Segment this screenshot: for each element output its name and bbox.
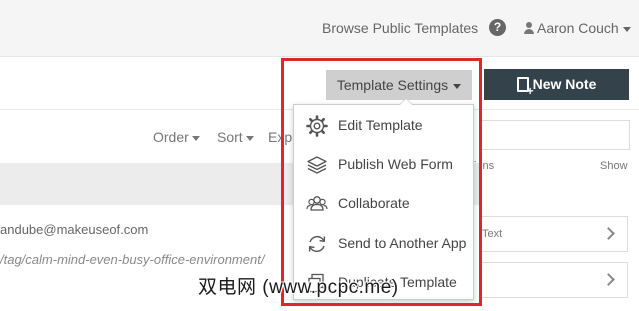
right-panel-input[interactable] [480,120,630,150]
sort-dropdown[interactable]: Sort [217,129,254,145]
user-menu[interactable]: Aaron Couch [524,20,631,36]
new-note-button[interactable]: New Note [484,69,629,100]
browse-public-templates-link[interactable]: Browse Public Templates [322,20,478,36]
chevron-down-icon [191,135,200,141]
new-note-icon [516,77,534,97]
show-link[interactable]: Show [600,160,628,172]
order-label: Order [153,129,189,145]
note-email-text: andube@makeuseof.com [0,222,149,237]
watermark-text: 双电网 (www.pcpc.me) [198,277,399,298]
sort-label: Sort [217,129,243,145]
user-icon [524,22,534,34]
chevron-right-icon [602,227,615,240]
note-url-text: /tag/calm-mind-even-busy-office-environm… [0,252,265,267]
top-header: Browse Public Templates ? Aaron Couch [0,0,639,57]
chevron-down-icon [245,135,254,141]
help-icon[interactable]: ? [489,19,506,36]
user-name: Aaron Couch [537,20,619,36]
chevron-right-icon [602,273,615,286]
right-card-1-text: Text [482,228,503,240]
chevron-down-icon [622,26,631,32]
highlight-annotation-box [281,58,482,306]
order-dropdown[interactable]: Order [153,129,200,145]
right-card-2[interactable] [480,262,628,298]
right-card-1[interactable]: Text [480,216,628,252]
new-note-label: New Note [532,76,597,92]
